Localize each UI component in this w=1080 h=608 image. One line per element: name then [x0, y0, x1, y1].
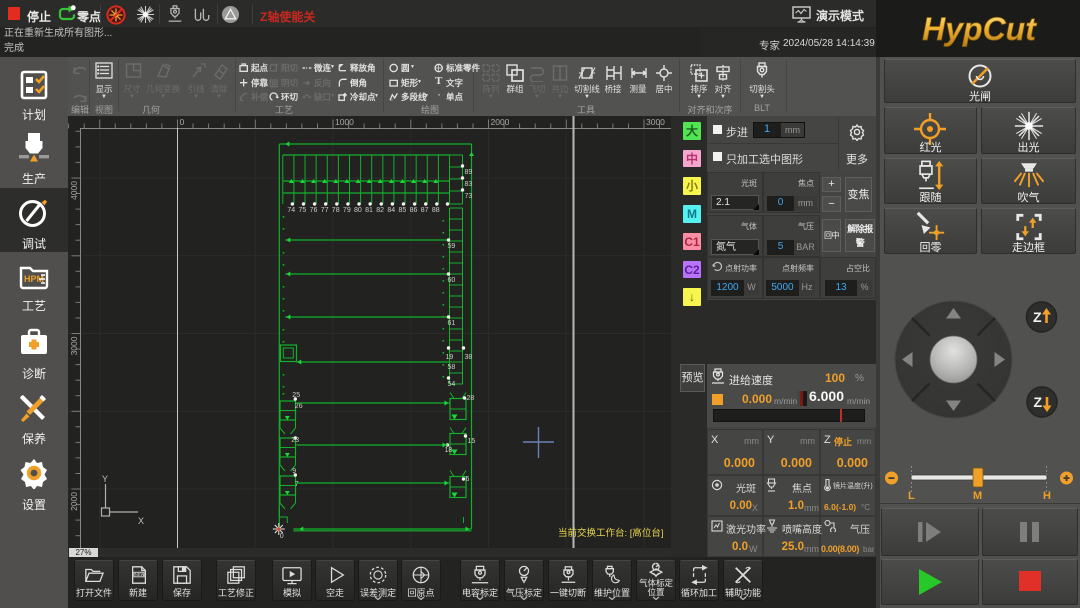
svg-text:当前交换工作台: [高位台]: 当前交换工作台: [高位台]: [558, 527, 664, 539]
svg-text:61: 61: [448, 320, 456, 327]
svg-text:0: 0: [280, 533, 284, 540]
svg-text:2000: 2000: [491, 117, 510, 127]
svg-text:80: 80: [354, 207, 362, 214]
svg-text:M: M: [973, 490, 982, 502]
svg-text:58: 58: [448, 364, 456, 371]
svg-text:73: 73: [465, 193, 473, 200]
svg-text:1000: 1000: [335, 117, 354, 127]
svg-text:83: 83: [465, 181, 473, 188]
svg-text:26: 26: [295, 403, 303, 410]
svg-text:28: 28: [467, 395, 475, 402]
svg-text:79: 79: [343, 207, 351, 214]
svg-text:4000: 4000: [69, 181, 79, 200]
svg-text:88: 88: [432, 207, 440, 214]
svg-text:7: 7: [295, 481, 299, 488]
svg-text:82: 82: [376, 207, 384, 214]
svg-text:76: 76: [310, 207, 318, 214]
svg-text:23: 23: [291, 437, 299, 444]
svg-text:Z: Z: [1033, 309, 1042, 325]
svg-text:3000: 3000: [646, 117, 665, 127]
svg-text:54: 54: [448, 381, 456, 388]
svg-text:74: 74: [287, 207, 295, 214]
svg-text:77: 77: [321, 207, 329, 214]
svg-text:60: 60: [448, 277, 456, 284]
svg-text:2000: 2000: [69, 492, 79, 511]
svg-text:0: 0: [180, 117, 185, 127]
svg-text:6: 6: [466, 476, 470, 483]
svg-text:89: 89: [465, 169, 473, 176]
svg-text:81: 81: [365, 207, 373, 214]
svg-text:NEW: NEW: [135, 572, 145, 577]
svg-text:85: 85: [398, 207, 406, 214]
svg-text:9: 9: [292, 468, 296, 475]
svg-text:X: X: [138, 516, 144, 526]
svg-text:19: 19: [446, 354, 454, 361]
svg-text:59: 59: [448, 243, 456, 250]
svg-text:87: 87: [421, 207, 429, 214]
svg-text:38: 38: [465, 354, 473, 361]
svg-text:HypCut: HypCut: [922, 11, 1037, 47]
svg-text:75: 75: [298, 207, 306, 214]
svg-text:3000: 3000: [69, 336, 79, 355]
svg-text:Z: Z: [1034, 394, 1043, 410]
svg-text:H: H: [1043, 490, 1051, 502]
svg-text:L: L: [908, 490, 915, 502]
svg-text:84: 84: [387, 207, 395, 214]
svg-text:Y: Y: [102, 474, 108, 484]
svg-text:86: 86: [410, 207, 418, 214]
svg-text:18: 18: [445, 447, 453, 454]
svg-text:25: 25: [292, 392, 300, 399]
svg-text:15: 15: [468, 438, 476, 445]
svg-text:78: 78: [332, 207, 340, 214]
